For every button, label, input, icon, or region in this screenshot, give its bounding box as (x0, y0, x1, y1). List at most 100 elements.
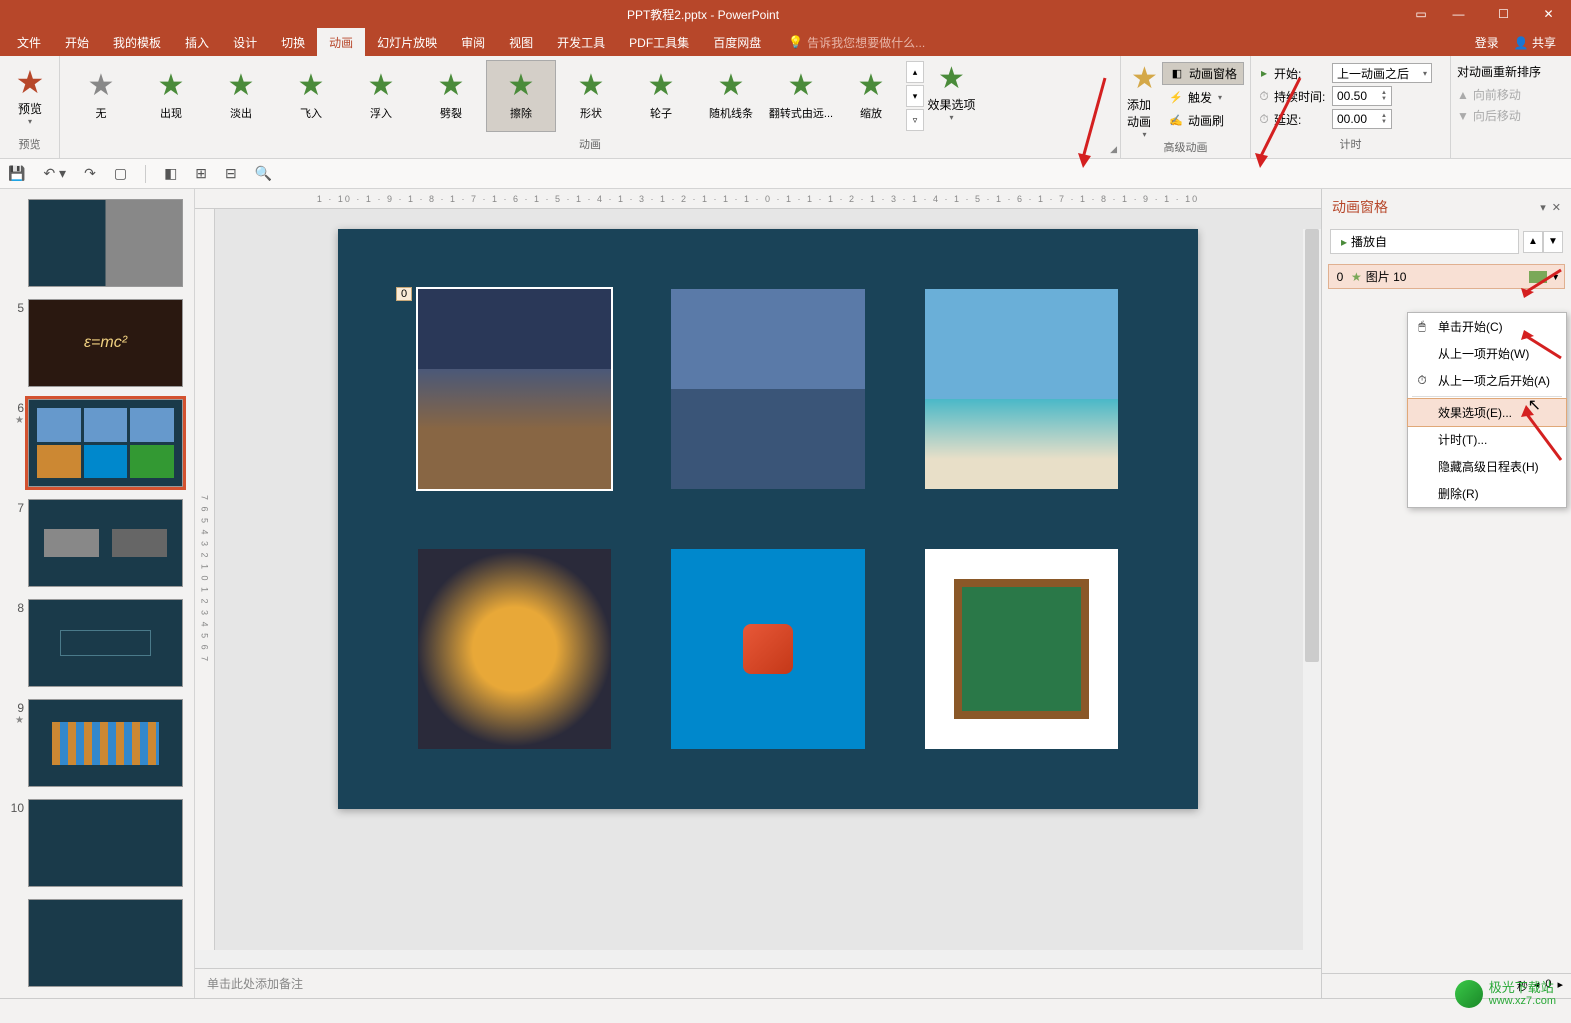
animation-gallery[interactable]: ★无★出现★淡出★飞入★浮入★劈裂★擦除★形状★轮子★随机线条★翻转式由远...… (66, 60, 1114, 132)
tab-pdf[interactable]: PDF工具集 (617, 28, 701, 56)
mouse-cursor-icon: ↖ (1528, 395, 1541, 415)
tab-templates[interactable]: 我的模板 (101, 28, 173, 56)
qat-btn-6[interactable]: ⊞ (195, 165, 207, 182)
move-up-button[interactable]: ▲ (1523, 231, 1543, 253)
context-menu-item[interactable]: 从上一项开始(W) (1408, 340, 1566, 367)
anim-star-icon: ★ (88, 71, 115, 101)
add-animation-button[interactable]: ★ 添加动画 ▾ (1127, 60, 1162, 139)
ribbon-display-options-icon[interactable]: ▭ (1406, 0, 1436, 28)
notes-pane[interactable]: 单击此处添加备注 (195, 968, 1321, 998)
login-link[interactable]: 登录 (1475, 34, 1499, 51)
redo-icon[interactable]: ↷ (84, 165, 96, 182)
context-menu-item[interactable]: 效果选项(E)... (1407, 398, 1567, 427)
tab-transitions[interactable]: 切换 (269, 28, 317, 56)
delay-spinner[interactable]: 00.00 ▲▼ (1332, 109, 1392, 129)
anim-pane-close-icon[interactable]: ✕ (1552, 201, 1561, 214)
tab-design[interactable]: 设计 (221, 28, 269, 56)
slide-image-5[interactable] (671, 549, 864, 749)
tab-view[interactable]: 视图 (497, 28, 545, 56)
anim-gallery-item[interactable]: ★轮子 (626, 60, 696, 132)
slide-image-1[interactable]: 0 (418, 289, 611, 489)
slide-image-6[interactable] (925, 549, 1118, 749)
anim-pane-options-icon[interactable]: ▾ (1540, 201, 1546, 214)
anim-gallery-item[interactable]: ★翻转式由远... (766, 60, 836, 132)
animation-painter-button[interactable]: ✍ 动画刷 (1162, 110, 1244, 131)
context-menu-item[interactable]: ⏱从上一项之后开始(A) (1408, 367, 1566, 394)
tell-me-placeholder: 告诉我您想要做什么... (807, 34, 925, 51)
horizontal-scrollbar[interactable] (195, 950, 1321, 968)
dialog-launcher-icon[interactable]: ◢ (1110, 144, 1117, 155)
animation-pane-button[interactable]: ◧ 动画窗格 (1162, 62, 1244, 85)
tab-file[interactable]: 文件 (5, 28, 53, 56)
trigger-button[interactable]: ⚡ 触发 ▾ (1162, 87, 1244, 108)
thumbnail-slide-11[interactable] (28, 899, 183, 987)
start-dropdown[interactable]: 上一动画之后 ▾ (1332, 63, 1432, 83)
anim-gallery-item[interactable]: ★随机线条 (696, 60, 766, 132)
maximize-icon[interactable]: ☐ (1481, 0, 1526, 28)
tab-insert[interactable]: 插入 (173, 28, 221, 56)
save-icon[interactable]: 💾 (8, 165, 25, 182)
share-button[interactable]: 👤 共享 (1514, 34, 1556, 51)
thumbnail-slide-10[interactable] (28, 799, 183, 887)
play-from-button[interactable]: ▸ 播放自 (1330, 229, 1519, 254)
close-icon[interactable]: ✕ (1526, 0, 1571, 28)
context-menu-item[interactable]: 计时(T)... (1408, 426, 1566, 453)
slide-thumbnails-panel[interactable]: 5ε=mc² 6 ★ 7 8 9 ★ 10 (0, 189, 195, 998)
tab-slideshow[interactable]: 幻灯片放映 (365, 28, 449, 56)
thumbnail-slide-9[interactable] (28, 699, 183, 787)
anim-order-tag[interactable]: 0 (396, 287, 412, 301)
anim-gallery-item[interactable]: ★擦除 (486, 60, 556, 132)
undo-icon[interactable]: ↶ ▾ (43, 165, 66, 182)
thumbnail-slide-8[interactable] (28, 599, 183, 687)
gallery-up-icon[interactable]: ▴ (906, 61, 924, 83)
tab-baidu[interactable]: 百度网盘 (701, 28, 773, 56)
move-later-button[interactable]: ▼ 向后移动 (1457, 106, 1565, 125)
gallery-more-icon[interactable]: ▿ (906, 109, 924, 131)
anim-entry[interactable]: 0 ★ 图片 10 ▼ (1328, 264, 1565, 289)
anim-star-icon: ★ (508, 71, 535, 101)
slide-image-2[interactable] (671, 289, 864, 489)
anim-entry-dropdown-icon[interactable]: ▼ (1551, 272, 1560, 282)
qat-btn-8[interactable]: 🔍 (255, 165, 272, 182)
vertical-scrollbar[interactable] (1303, 229, 1321, 950)
anim-name: 无 (96, 105, 107, 121)
thumbnail-slide-5[interactable]: ε=mc² (28, 299, 183, 387)
anim-gallery-item[interactable]: ★出现 (136, 60, 206, 132)
anim-gallery-item[interactable]: ★无 (66, 60, 136, 132)
tell-me-search[interactable]: 💡 告诉我您想要做什么... (788, 34, 925, 51)
thumbnail-slide-6[interactable] (28, 399, 183, 487)
tab-home[interactable]: 开始 (53, 28, 101, 56)
preview-star-icon: ★ (16, 66, 45, 98)
preview-button[interactable]: ★ 预览 ▾ (6, 60, 54, 126)
slide-image-3[interactable] (925, 289, 1118, 489)
minimize-icon[interactable]: ― (1436, 0, 1481, 28)
gallery-down-icon[interactable]: ▾ (906, 85, 924, 107)
anim-gallery-item[interactable]: ★浮入 (346, 60, 416, 132)
context-menu-item[interactable]: 🖱单击开始(C) (1408, 313, 1566, 340)
menu-item-label: 效果选项(E)... (1438, 404, 1512, 421)
context-menu-item[interactable]: 隐藏高级日程表(H) (1408, 453, 1566, 480)
qat-btn-7[interactable]: ⊟ (225, 165, 237, 182)
context-menu-item[interactable]: 删除(R) (1408, 480, 1566, 507)
start-slideshow-icon[interactable]: ▢ (114, 165, 127, 182)
tab-developer[interactable]: 开发工具 (545, 28, 617, 56)
anim-gallery-item[interactable]: ★缩放 (836, 60, 906, 132)
anim-gallery-item[interactable]: ★飞入 (276, 60, 346, 132)
move-down-button[interactable]: ▼ (1543, 231, 1563, 253)
thumbnail-slide-7[interactable] (28, 499, 183, 587)
anim-gallery-item[interactable]: ★形状 (556, 60, 626, 132)
slide-image-4[interactable] (418, 549, 611, 749)
duration-spinner[interactable]: 00.50 ▲▼ (1332, 86, 1392, 106)
effect-options-label: 效果选项 (927, 96, 975, 113)
tab-animations[interactable]: 动画 (317, 28, 365, 56)
effect-options-button[interactable]: ★效果选项▾ (924, 60, 979, 132)
bulb-icon: 💡 (788, 35, 803, 49)
timeline-zoom-right-icon[interactable]: ▸ (1557, 978, 1563, 994)
move-earlier-button[interactable]: ▲ 向前移动 (1457, 85, 1565, 104)
anim-gallery-item[interactable]: ★淡出 (206, 60, 276, 132)
slide-canvas[interactable]: 0 (338, 229, 1198, 809)
tab-review[interactable]: 审阅 (449, 28, 497, 56)
qat-btn-5[interactable]: ◧ (164, 165, 177, 182)
anim-gallery-item[interactable]: ★劈裂 (416, 60, 486, 132)
thumbnail-slide[interactable] (28, 199, 183, 287)
